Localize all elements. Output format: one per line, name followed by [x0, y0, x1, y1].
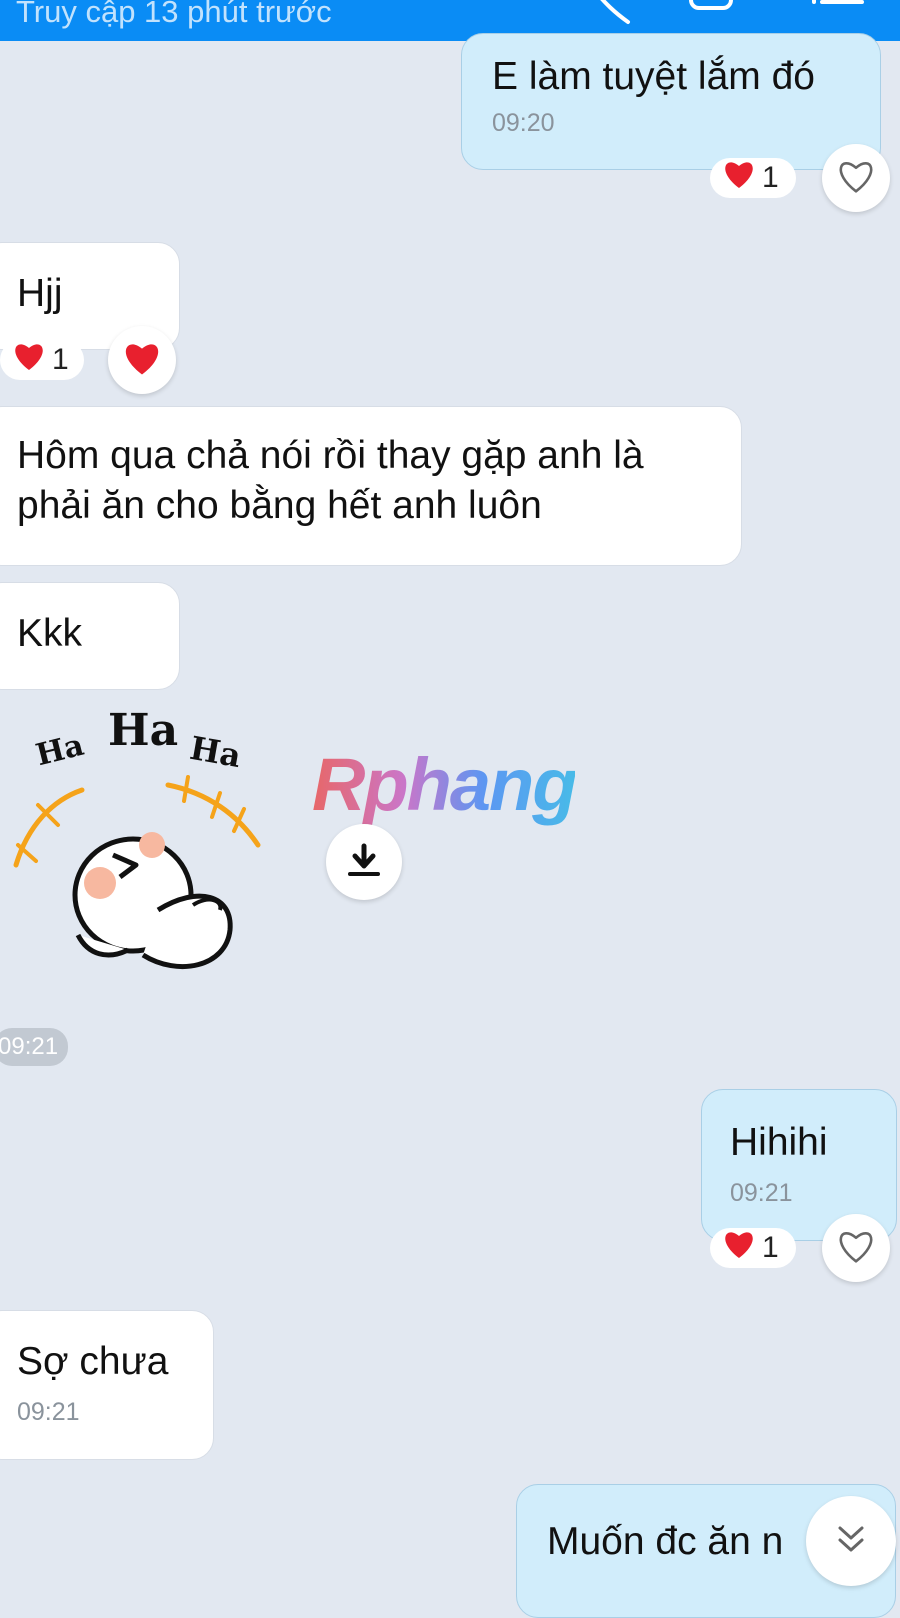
phone-icon[interactable]: [588, 0, 632, 35]
message-text: Hihihi: [730, 1121, 828, 1164]
heart-icon: [722, 1229, 756, 1267]
heart-icon: [122, 340, 162, 381]
scroll-to-bottom-button[interactable]: [806, 1496, 896, 1586]
menu-icon[interactable]: [808, 0, 868, 35]
reaction-summary[interactable]: 1: [710, 158, 796, 198]
message-text: E làm tuyệt lắm đó: [492, 55, 815, 98]
message-time-badge: 09:21: [0, 1028, 69, 1066]
message-text: Hôm qua chả nói rồi thay gặp anh là phải…: [17, 434, 644, 527]
message-incoming[interactable]: Kkk: [0, 582, 180, 690]
sticker-laughing-cat[interactable]: Ha Ha Ha: [8, 705, 270, 990]
heart-icon: [722, 159, 756, 197]
react-button[interactable]: [108, 326, 176, 394]
message-incoming[interactable]: Sợ chưa 09:21: [0, 1310, 214, 1460]
download-icon: [347, 842, 381, 883]
message-incoming[interactable]: Hôm qua chả nói rồi thay gặp anh là phải…: [0, 406, 742, 566]
react-button[interactable]: [822, 1214, 890, 1282]
download-button[interactable]: [326, 824, 402, 900]
react-button[interactable]: [822, 144, 890, 212]
message-text: Kkk: [17, 612, 83, 655]
reaction-count: 1: [762, 161, 779, 194]
message-text: Sợ chưa: [17, 1340, 169, 1383]
message-text: Hjj: [17, 272, 63, 315]
reaction-summary[interactable]: 1: [710, 1228, 796, 1268]
sticker-art: [13, 775, 261, 970]
reaction-summary[interactable]: 1: [0, 340, 84, 380]
message-outgoing[interactable]: E làm tuyệt lắm đó 09:20: [461, 33, 881, 170]
watermark-logo: Rphang: [312, 743, 577, 826]
message-time: 09:21: [730, 1179, 793, 1207]
video-icon[interactable]: [688, 0, 738, 35]
reaction-count: 1: [52, 343, 69, 376]
scroll-down-icon: [834, 1522, 868, 1561]
message-time: 09:20: [492, 109, 555, 137]
last-seen-status: Truy cập 13 phút trước: [16, 0, 332, 29]
heart-outline-icon: [836, 158, 876, 199]
message-time: 09:21: [17, 1398, 80, 1426]
heart-outline-icon: [836, 1228, 876, 1269]
heart-icon: [12, 341, 46, 379]
reaction-count: 1: [762, 1231, 779, 1264]
